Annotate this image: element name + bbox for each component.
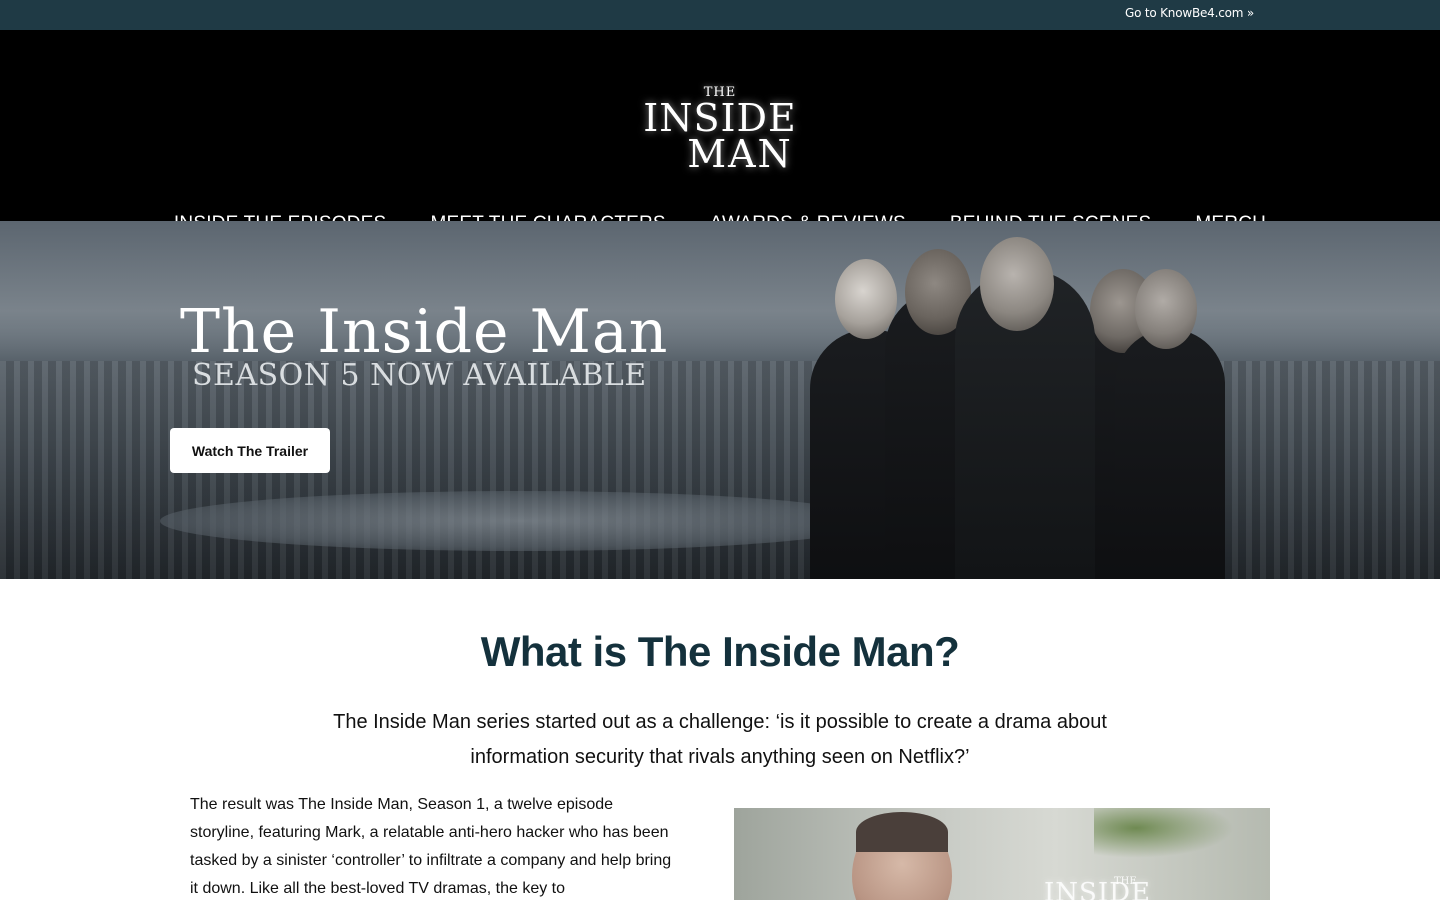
site-header: THE INSIDE MAN INSIDE THE EPISODES MEET … (0, 30, 1440, 234)
video-plant (1094, 808, 1234, 858)
hero-river (160, 491, 880, 551)
video-hair (856, 812, 948, 852)
intro-heading: What is The Inside Man? (480, 628, 960, 675)
logo-inside: INSIDE (643, 96, 797, 140)
intro-video[interactable]: THE INSIDE (734, 808, 1270, 900)
logo-man: MAN (687, 132, 793, 176)
video-logo: INSIDE (1044, 878, 1151, 900)
knowbe4-link[interactable]: Go to KnowBe4.com » (1125, 6, 1254, 20)
watch-trailer-button[interactable]: Watch The Trailer (170, 428, 330, 473)
cast-member (1115, 329, 1225, 579)
intro-lead: The Inside Man series started out as a c… (333, 711, 1107, 768)
hero-banner: The Inside Man SEASON 5 NOW AVAILABLE Wa… (0, 221, 1440, 579)
cast-member-head (980, 237, 1054, 331)
cast-member-head (835, 259, 897, 339)
hero-subtitle: SEASON 5 NOW AVAILABLE (192, 358, 647, 393)
intro-body: The result was The Inside Man, Season 1,… (190, 796, 672, 897)
cast-member-head (1135, 269, 1197, 349)
cast-photo (790, 229, 1225, 579)
site-logo[interactable]: THE INSIDE MAN (624, 86, 816, 176)
top-bar: Go to KnowBe4.com » (0, 0, 1440, 30)
hero-title: The Inside Man (180, 297, 669, 367)
